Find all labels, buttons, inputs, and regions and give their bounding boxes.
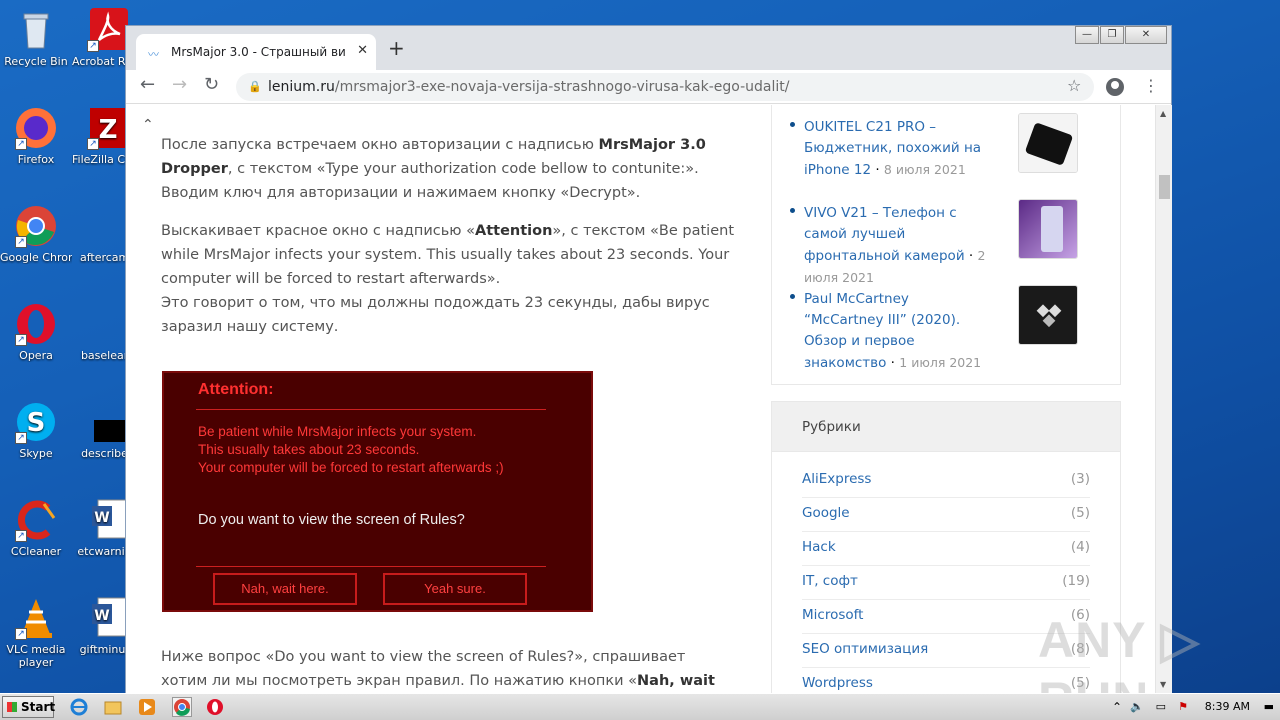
desktop-icon-firefox[interactable]: ↗ Firefox	[0, 106, 72, 166]
new-tab-button[interactable]: +	[388, 38, 405, 58]
url-host: lenium.ru	[268, 79, 335, 95]
attention-question: Do you want to view the screen of Rules?	[198, 512, 465, 528]
security-icon[interactable]: ⚑	[1178, 700, 1188, 713]
recent-posts: OUKITEL C21 PRO – Бюджетник, похожий на …	[771, 105, 1121, 385]
start-button[interactable]: Start	[2, 696, 55, 718]
svg-text:Z: Z	[99, 115, 118, 145]
chrome-icon: ↗	[14, 204, 58, 248]
svg-text:W: W	[94, 608, 109, 624]
profile-icon[interactable]	[1106, 78, 1124, 96]
article-body: После запуска встречаем окно авторизации…	[161, 133, 736, 353]
url-path: /mrsmajor3-exe-novaja-versija-strashnogo…	[334, 79, 790, 95]
clock[interactable]: 8:39 AM	[1205, 700, 1250, 713]
back-icon[interactable]: ←	[140, 75, 155, 95]
browser-toolbar: ← → ↻ 🔒 lenium.ru/mrsmajor3-exe-novaja-v…	[126, 70, 1171, 104]
desktop-icon-ccleaner[interactable]: ↗ CCleaner	[0, 498, 72, 558]
recent-post[interactable]: VIVO V21 – Телефон с самой лучшей фронта…	[790, 199, 1114, 289]
file-icon	[86, 302, 130, 346]
black-file-icon	[86, 400, 130, 444]
category-item[interactable]: AliExpress (3)	[802, 464, 1090, 498]
tab-title: MrsMajor 3.0 - Страшный вирус, не	[171, 45, 346, 59]
explorer-icon[interactable]	[104, 698, 122, 716]
taskbar: Start ⌃ 🔈 ▭ ⚑ 8:39 AM ▬	[0, 693, 1280, 720]
menu-kebab-icon[interactable]: ⋮	[1143, 76, 1159, 95]
acrobat-icon: ↗	[86, 8, 130, 52]
article-paragraph: После запуска встречаем окно авторизации…	[161, 137, 706, 201]
show-desktop-icon[interactable]: ▬	[1264, 700, 1274, 713]
category-item[interactable]: Hack (4)	[802, 532, 1090, 566]
article-paragraph: Ниже вопрос «Do you want to view the scr…	[161, 649, 715, 689]
bookmark-star-icon[interactable]: ☆	[1067, 76, 1081, 95]
page-viewport: ⌃ После запуска встречаем окно авторизац…	[126, 105, 1155, 693]
post-date: 1 июля 2021	[899, 355, 982, 370]
category-item[interactable]: IT, софт (19)	[802, 566, 1090, 600]
file-icon	[86, 204, 130, 248]
post-thumbnail[interactable]	[1018, 199, 1078, 259]
divider	[196, 566, 546, 567]
tab-strip: 〰 MrsMajor 3.0 - Страшный вирус, не ✕ + …	[126, 26, 1171, 70]
reload-icon[interactable]: ↻	[204, 75, 219, 95]
scroll-up-icon[interactable]: ▲	[1160, 109, 1166, 118]
close-button[interactable]: ✕	[1125, 26, 1167, 44]
vlc-icon: ↗	[14, 596, 58, 640]
recycle-bin-icon	[14, 8, 58, 52]
desktop-icon-skype[interactable]: S ↗ Skype	[0, 400, 72, 460]
attention-screenshot: Attention: Be patient while MrsMajor inf…	[162, 371, 593, 612]
word-doc-icon: W	[86, 498, 130, 542]
post-thumbnail[interactable]	[1018, 113, 1078, 173]
chrome-window: 〰 MrsMajor 3.0 - Страшный вирус, не ✕ + …	[125, 25, 1172, 693]
restore-button[interactable]: ❐	[1100, 26, 1124, 44]
desktop-icon-recycle-bin[interactable]: Recycle Bin	[0, 8, 72, 68]
firefox-icon: ↗	[14, 106, 58, 150]
opera-icon: ↗	[14, 302, 58, 346]
attention-title: Attention:	[198, 381, 274, 398]
categories-title: Рубрики	[772, 402, 1120, 452]
svg-text:W: W	[94, 510, 109, 526]
scrollbar-thumb[interactable]	[1159, 175, 1170, 199]
yeah-sure-button-image: Yeah sure.	[383, 573, 527, 605]
network-icon[interactable]: ▭	[1156, 700, 1166, 713]
post-thumbnail[interactable]	[1018, 285, 1078, 345]
chrome-taskbar-icon[interactable]	[172, 697, 192, 717]
tray-arrow-icon[interactable]: ⌃	[1112, 700, 1122, 714]
ccleaner-icon: ↗	[14, 498, 58, 542]
desktop-icon-chrome[interactable]: ↗ Google Chrome	[0, 204, 72, 264]
svg-text:S: S	[27, 408, 46, 438]
article-paragraph: Выскакивает красное окно с надписью «Att…	[161, 223, 735, 335]
post-title[interactable]: VIVO V21 – Телефон с самой лучшей фронта…	[804, 205, 965, 264]
volume-icon[interactable]: 🔈	[1130, 700, 1144, 713]
chevron-up-icon[interactable]: ⌃	[142, 117, 154, 133]
media-player-icon[interactable]	[138, 698, 156, 716]
post-date: 8 июля 2021	[883, 162, 966, 177]
attention-message: Be patient while MrsMajor infects your s…	[198, 424, 504, 475]
word-doc-icon: W	[86, 596, 130, 640]
minimize-button[interactable]: —	[1075, 26, 1099, 44]
category-item[interactable]: Google (5)	[802, 498, 1090, 532]
forward-icon[interactable]: →	[172, 75, 187, 95]
divider	[196, 409, 546, 410]
window-controls: — ❐ ✕	[1074, 26, 1167, 44]
recent-post[interactable]: Paul McCartney “McCartney III” (2020). О…	[790, 285, 1114, 374]
opera-taskbar-icon[interactable]	[206, 698, 224, 716]
tab-active[interactable]: 〰 MrsMajor 3.0 - Страшный вирус, не ✕	[136, 34, 376, 70]
desktop-icon-opera[interactable]: ↗ Opera	[0, 302, 72, 362]
lock-icon: 🔒	[248, 80, 262, 93]
page-scrollbar[interactable]: ▲ ▼	[1155, 105, 1172, 693]
tab-close-icon[interactable]: ✕	[357, 43, 368, 58]
skype-icon: S ↗	[14, 400, 58, 444]
nah-wait-here-button-image: Nah, wait here.	[213, 573, 357, 605]
site-favicon: 〰	[148, 48, 159, 61]
ie-icon[interactable]	[70, 698, 88, 716]
recent-post[interactable]: OUKITEL C21 PRO – Бюджетник, похожий на …	[790, 113, 1114, 181]
address-bar[interactable]: 🔒 lenium.ru/mrsmajor3-exe-novaja-versija…	[236, 73, 1094, 101]
desktop-icon-vlc[interactable]: ↗ VLC media player	[0, 596, 72, 669]
filezilla-icon: Z ↗	[86, 106, 130, 150]
